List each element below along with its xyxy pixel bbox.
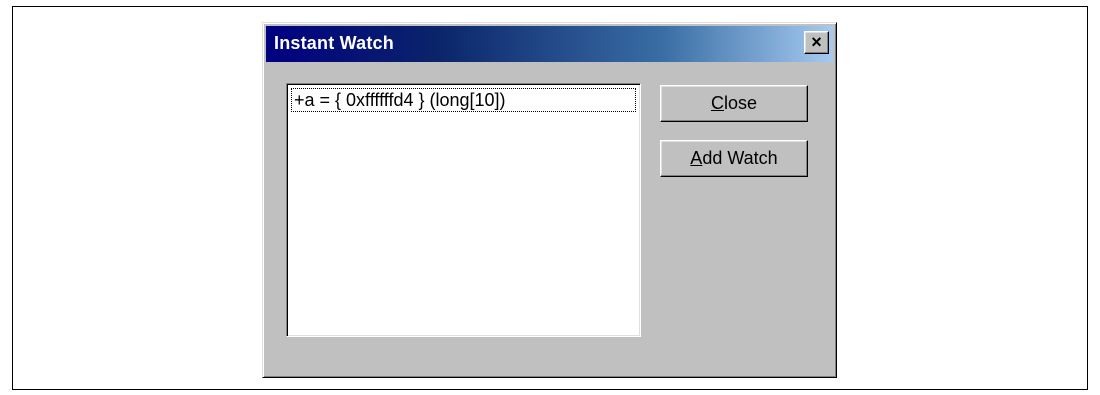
add-watch-button-label: dd Watch (702, 148, 778, 168)
watch-list[interactable]: +a = { 0xffffffd4 } (long[10]) (286, 83, 641, 337)
close-icon[interactable]: × (804, 31, 829, 54)
add-watch-button-accel: A (690, 148, 703, 168)
close-button-label: lose (723, 93, 758, 113)
add-watch-button[interactable]: Add Watch (660, 140, 808, 177)
list-item[interactable]: +a = { 0xffffffd4 } (long[10]) (291, 88, 636, 112)
close-button-accel: C (710, 93, 724, 113)
title-bar[interactable]: Instant Watch × (266, 26, 833, 62)
dialog-title: Instant Watch (274, 33, 394, 53)
instant-watch-dialog: Instant Watch × +a = { 0xffffffd4 } (lon… (262, 22, 837, 378)
close-button[interactable]: Close (660, 85, 808, 122)
